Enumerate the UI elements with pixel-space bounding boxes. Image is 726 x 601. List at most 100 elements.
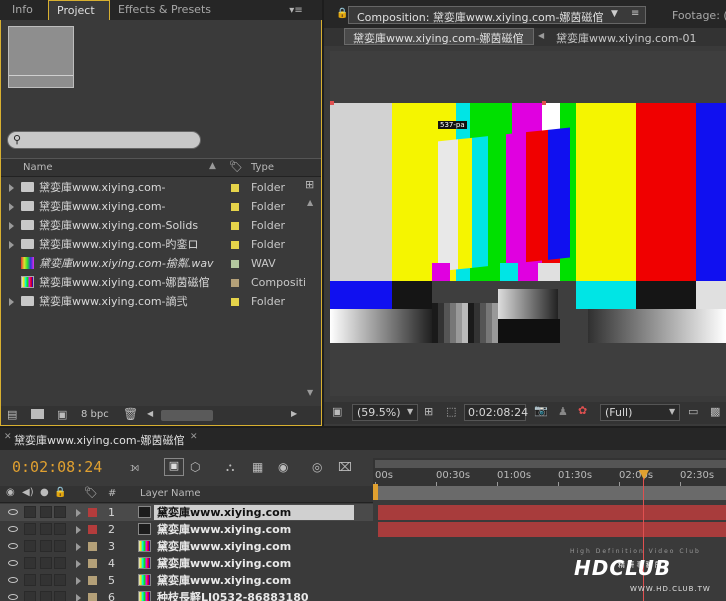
project-item[interactable]: 黛娈庫www.xiying.com-揄粼.wav WAV [5,254,305,273]
list-scroll-down[interactable]: ▼ [307,388,313,397]
solo-toggle[interactable] [40,523,52,535]
project-item[interactable]: 黛娈庫www.xiying.com- Folder [5,178,305,197]
solo-toggle[interactable] [40,506,52,518]
lock-toggle[interactable] [54,523,66,535]
breadcrumb-next[interactable]: 黛娈庫www.xiying.com-01 [556,30,697,46]
time-ruler[interactable]: 00s 00:30s 01:00s 01:30s 02:00s 02:30s [373,458,726,488]
layer-name-box[interactable]: 种枝長軽LI0532-86883180 [154,590,354,601]
bpc-label[interactable]: 8 bpc [81,409,109,420]
layer-row[interactable]: 3 黛娈庫www.xiying.com [0,538,373,555]
layer-row[interactable]: 6 种枝長軽LI0532-86883180 [0,589,373,601]
column-name-header[interactable]: Name [23,162,53,173]
expand-triangle-icon[interactable] [76,594,81,601]
audio-toggle[interactable] [24,523,36,535]
expand-triangle-icon[interactable] [76,543,81,551]
motion-blur-icon[interactable]: ◉ [278,460,288,474]
tab-project[interactable]: Project [48,0,110,20]
expand-triangle-icon[interactable] [76,560,81,568]
trash-icon[interactable]: 🗑 [123,407,138,421]
layer-row[interactable]: 1 黛娈庫www.xiying.com [0,504,373,521]
project-item[interactable]: 黛娈庫www.xiying.com-Solids Folder [5,216,305,235]
label-swatch[interactable] [231,298,239,306]
label-swatch[interactable] [231,203,239,211]
comp-viewer[interactable]: 537-pa [330,51,726,396]
layer-row[interactable]: 5 黛娈庫www.xiying.com [0,572,373,589]
safe-zones-icon[interactable]: ⊞ [424,405,433,418]
project-item[interactable]: 黛娈庫www.xiying.com-旳銮ロ Folder [5,235,305,254]
audio-toggle[interactable] [24,540,36,552]
layer-name-box[interactable]: 黛娈庫www.xiying.com [154,539,354,554]
label-swatch[interactable] [231,260,239,268]
lock-toggle[interactable] [54,591,66,601]
sort-arrow-icon[interactable]: ▲ [209,161,216,171]
project-item[interactable]: 黛娈庫www.xiying.com-娜茵磁倌 Compositio [5,273,305,292]
timeline-tab-close-icon[interactable]: ✕ [4,432,12,442]
layer-name-box[interactable]: 黛娈庫www.xiying.com [154,505,354,520]
timeline-tab-label[interactable]: 黛娈庫www.xiying.com-娜茵磁倌 [14,432,185,448]
expand-triangle-icon[interactable] [9,241,14,249]
audio-toggle[interactable] [24,557,36,569]
breadcrumb-active[interactable]: 黛娈庫www.xiying.com-娜茵磁倌 [344,28,534,45]
eye-icon[interactable] [8,509,18,515]
composition-mini-flowchart-icon[interactable]: ⟕ [130,460,139,475]
project-item[interactable]: 黛娈庫www.xiying.com-謫弐 Folder [5,292,305,311]
frame-blending-icon[interactable]: ▦ [252,460,263,474]
solo-toggle[interactable] [40,574,52,586]
horizontal-scrollbar[interactable] [161,410,213,421]
hscroll-left[interactable]: ◀ [147,409,153,418]
fast-preview-icon[interactable]: ▭ [688,405,698,418]
interpret-footage-icon[interactable]: ▤ [7,408,17,421]
audio-toggle[interactable] [24,574,36,586]
audio-toggle[interactable] [24,506,36,518]
search-input[interactable] [26,133,196,147]
playhead-marker[interactable] [639,470,649,480]
expand-triangle-icon[interactable] [9,184,14,192]
list-scroll-up[interactable]: ▲ [307,198,313,207]
expand-triangle-icon[interactable] [76,577,81,585]
anchor-handle-left[interactable] [330,101,334,105]
column-type-header[interactable]: Type [251,162,274,173]
lock-switch-icon[interactable]: 🔒 [54,487,66,498]
region-of-interest-icon[interactable]: ⬚ [446,405,456,418]
eye-icon[interactable] [8,594,18,600]
layer-label-color[interactable] [88,525,97,534]
audio-toggle[interactable] [24,591,36,601]
layer-row[interactable]: 2 黛娈庫www.xiying.com [0,521,373,538]
eye-icon[interactable] [8,560,18,566]
project-search-field[interactable]: ⚲ [7,131,201,149]
anchor-handle-mid[interactable] [542,101,546,105]
layer-row[interactable]: 4 黛娈庫www.xiying.com [0,555,373,572]
label-swatch[interactable] [231,279,239,287]
eye-icon[interactable] [8,543,18,549]
footage-tab[interactable]: Footage: ( [672,9,726,22]
layer-name-header[interactable]: Layer Name [140,488,201,499]
solo-toggle[interactable] [40,591,52,601]
layer-label-color[interactable] [88,559,97,568]
eye-icon[interactable] [8,577,18,583]
expand-triangle-icon[interactable] [76,509,81,517]
solo-toggle[interactable] [40,540,52,552]
layer-duration-bar[interactable] [378,505,726,520]
solo-toggle[interactable] [40,557,52,569]
snapshot-toggle-icon[interactable]: ▣ [332,405,342,418]
solo-switch-icon[interactable]: ● [40,487,49,498]
timeline-tab-close-x[interactable]: ✕ [190,432,198,442]
zoom-dropdown[interactable]: (59.5%) ▼ [352,404,418,421]
tab-effects-presets[interactable]: Effects & Presets [110,0,219,20]
lock-toggle[interactable] [54,506,66,518]
layer-label-color[interactable] [88,576,97,585]
layer-label-color[interactable] [88,508,97,517]
new-folder-icon[interactable] [31,409,44,419]
expand-triangle-icon[interactable] [76,526,81,534]
show-snapshot-icon[interactable]: ♟ [558,405,568,418]
draft-3d-icon[interactable]: ⬡ [190,460,200,474]
layer-duration-bar[interactable] [378,522,726,537]
layer-name-box[interactable]: 黛娈庫www.xiying.com [154,522,354,537]
lock-toggle[interactable] [54,574,66,586]
graph-editor-icon[interactable]: ⌧ [338,460,352,474]
expand-triangle-icon[interactable] [9,298,14,306]
panel-menu-icon[interactable]: ▾≡ [288,2,304,18]
timecode-field[interactable]: 0:02:08:24 [464,404,528,421]
label-column-icon[interactable]: 🏷 [229,160,243,173]
resolution-dropdown[interactable]: (Full) ▼ [600,404,680,421]
